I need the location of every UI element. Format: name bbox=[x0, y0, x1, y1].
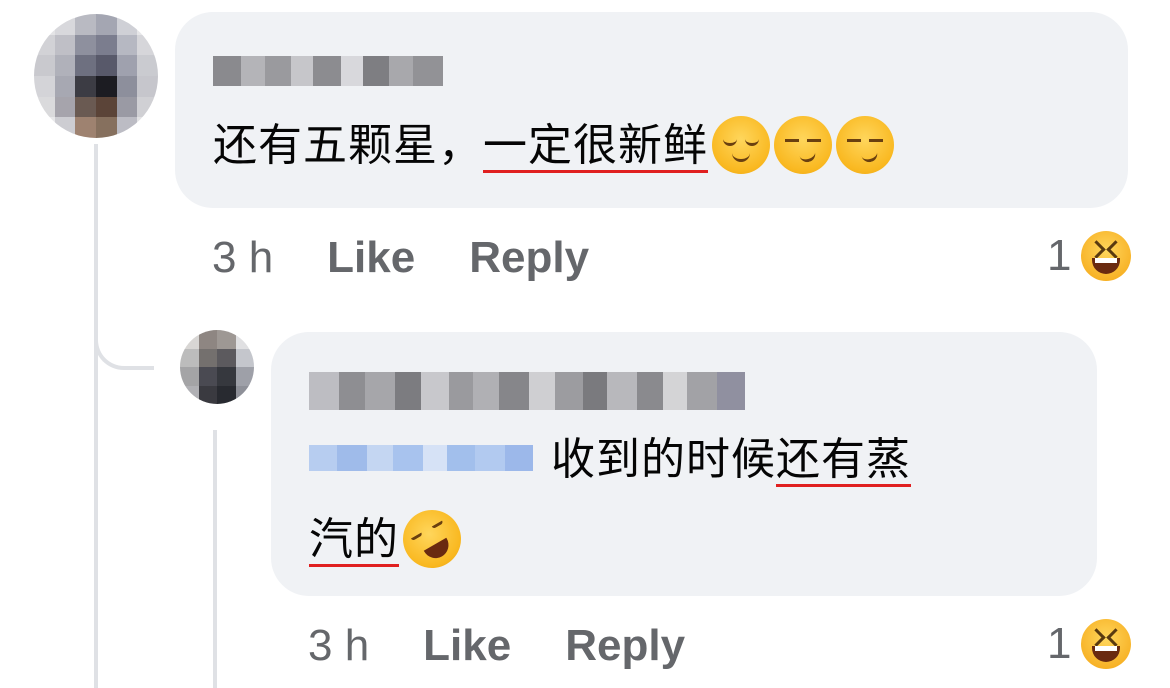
avatar[interactable] bbox=[180, 330, 254, 404]
like-button[interactable]: Like bbox=[423, 621, 511, 671]
comment-bubble: 还有五颗星，一定很新鲜 bbox=[175, 12, 1128, 208]
thread-line-branch bbox=[94, 144, 154, 370]
reply-bubble: 收到的时候还有蒸 汽的 bbox=[271, 332, 1097, 596]
reply-button[interactable]: Reply bbox=[469, 233, 589, 283]
reply-text-line-2: 汽的 bbox=[309, 499, 472, 579]
smirking-face-icon bbox=[774, 116, 832, 174]
avatar[interactable] bbox=[34, 14, 158, 138]
author-name[interactable] bbox=[213, 56, 443, 86]
reaction-summary[interactable]: 1 bbox=[1047, 616, 1132, 672]
like-button[interactable]: Like bbox=[327, 233, 415, 283]
author-name[interactable] bbox=[309, 372, 745, 410]
comment-actions: 3 h Like Reply bbox=[212, 230, 643, 286]
laughing-face-icon bbox=[1081, 231, 1132, 281]
smirking-face-icon bbox=[836, 116, 894, 174]
reaction-summary[interactable]: 1 bbox=[1047, 228, 1132, 284]
mention-tag[interactable] bbox=[309, 445, 533, 471]
comment-text: 还有五颗星，一定很新鲜 bbox=[213, 116, 894, 177]
reaction-count: 1 bbox=[1047, 231, 1072, 280]
comment-thread: 还有五颗星，一定很新鲜 3 h Like Reply 1 收到的时候还有蒸 汽的… bbox=[0, 0, 1170, 688]
timestamp[interactable]: 3 h bbox=[212, 233, 273, 283]
reply-actions: 3 h Like Reply bbox=[308, 618, 739, 674]
reaction-count: 1 bbox=[1047, 619, 1072, 668]
laughing-face-icon bbox=[1081, 619, 1132, 669]
reply-text: 收到的时候还有蒸 bbox=[309, 432, 911, 488]
timestamp[interactable]: 3 h bbox=[308, 621, 369, 671]
rolling-on-floor-laughing-icon bbox=[392, 499, 472, 579]
thread-line-reply bbox=[213, 430, 217, 688]
reply-button[interactable]: Reply bbox=[565, 621, 685, 671]
relieved-face-icon bbox=[712, 116, 770, 174]
